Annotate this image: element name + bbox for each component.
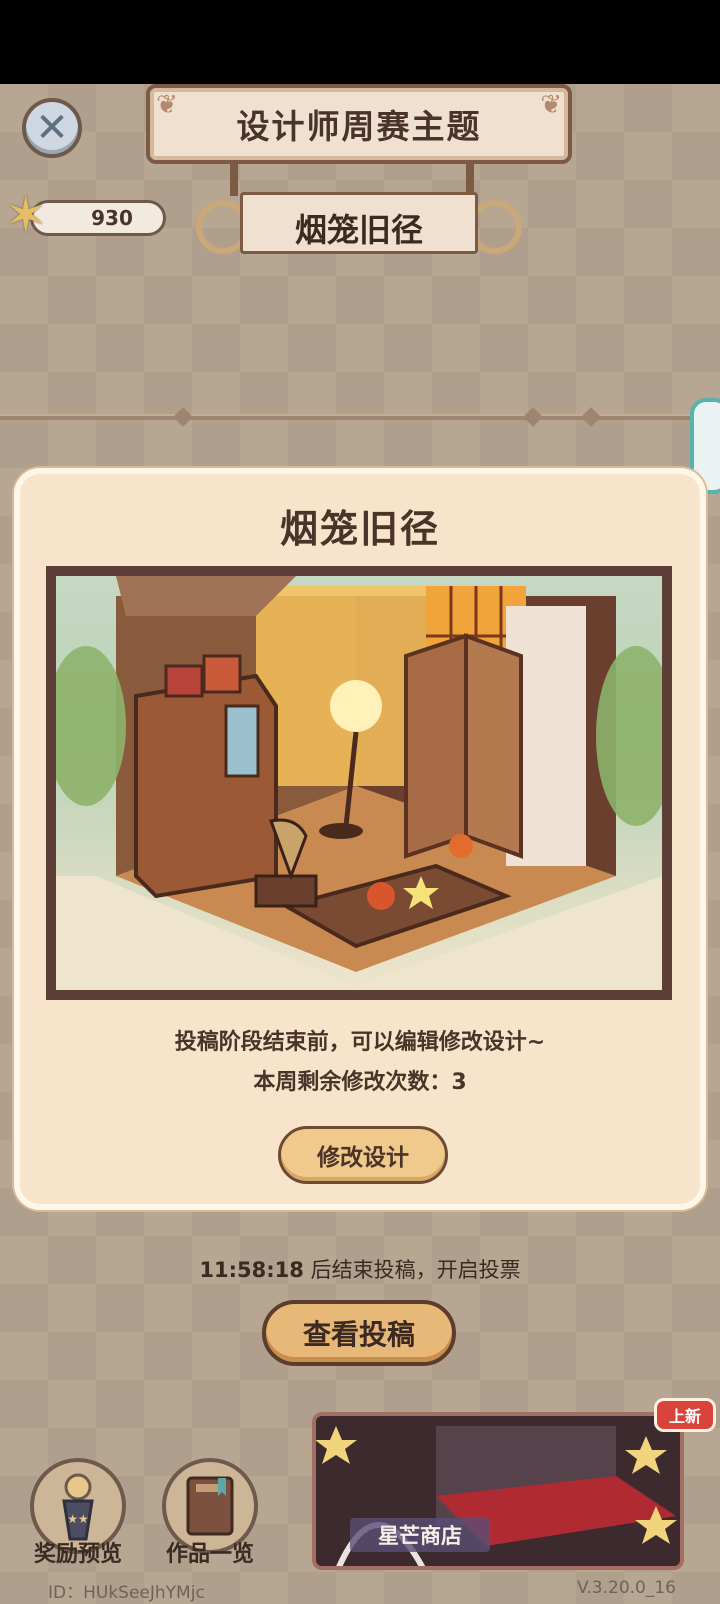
edit-hint: 投稿阶段结束前，可以编辑修改设计~ <box>174 1030 546 1055</box>
reward-preview-label: 奖励预览 <box>33 1542 122 1567</box>
shop-label-wrap: 星芒商店 <box>350 1518 490 1552</box>
page-title: 设计师周赛主题 <box>236 107 482 146</box>
theme-sign: 烟笼旧径 <box>196 188 522 268</box>
design-preview-image <box>56 576 662 990</box>
modify-design-label: 修改设计 <box>317 1145 409 1171</box>
works-list-label: 作品一览 <box>165 1542 254 1567</box>
remaining-edits: 本周剩余修改次数：3 <box>253 1070 467 1095</box>
design-preview-frame <box>46 566 672 1000</box>
view-submission-label: 查看投稿 <box>302 1318 415 1351</box>
star-counter: 930 <box>30 200 166 236</box>
book-icon <box>186 1476 234 1536</box>
room-illustration <box>56 576 662 990</box>
trophy-icon: ★★ <box>62 1473 94 1541</box>
ornament-icon: ❦ <box>156 90 178 120</box>
theme-name: 烟笼旧径 <box>294 211 423 249</box>
countdown-time: 11:58:18 <box>199 1258 304 1282</box>
user-id: ID：HUkSeeJhYMjc <box>48 1583 205 1603</box>
close-icon: ✕ <box>35 105 69 151</box>
submission-countdown: 11:58:18 后结束投稿，开启投票 <box>0 1254 720 1284</box>
modal-title: 烟笼旧径 <box>279 507 440 551</box>
modify-design-button[interactable]: 修改设计 <box>278 1126 448 1184</box>
title-sign: ❦ ❦ 设计师周赛主题 <box>146 84 572 164</box>
star-shop-card[interactable]: 星芒商店 <box>312 1412 684 1570</box>
close-button[interactable]: ✕ <box>22 98 82 158</box>
star-count: 930 <box>91 206 133 230</box>
app-version: V.3.20.0_16 <box>576 1578 676 1598</box>
design-modal: 烟笼旧径 投稿阶段结束前，可以编辑修改设计~ 本周剩余修改次数：3 修改设计 <box>14 468 706 1210</box>
shop-label: 星芒商店 <box>378 1524 462 1548</box>
view-submission-button[interactable]: 查看投稿 <box>262 1300 456 1366</box>
new-badge-label: 上新 <box>668 1407 701 1426</box>
status-bar <box>0 0 720 84</box>
shelf-rail <box>0 414 720 420</box>
ornament-icon: ❦ <box>540 90 562 120</box>
svg-text:★★: ★★ <box>67 1512 89 1526</box>
new-badge: 上新 <box>654 1398 716 1432</box>
star-icon: ✶ <box>4 186 48 246</box>
countdown-text: 后结束投稿，开启投票 <box>310 1258 521 1282</box>
